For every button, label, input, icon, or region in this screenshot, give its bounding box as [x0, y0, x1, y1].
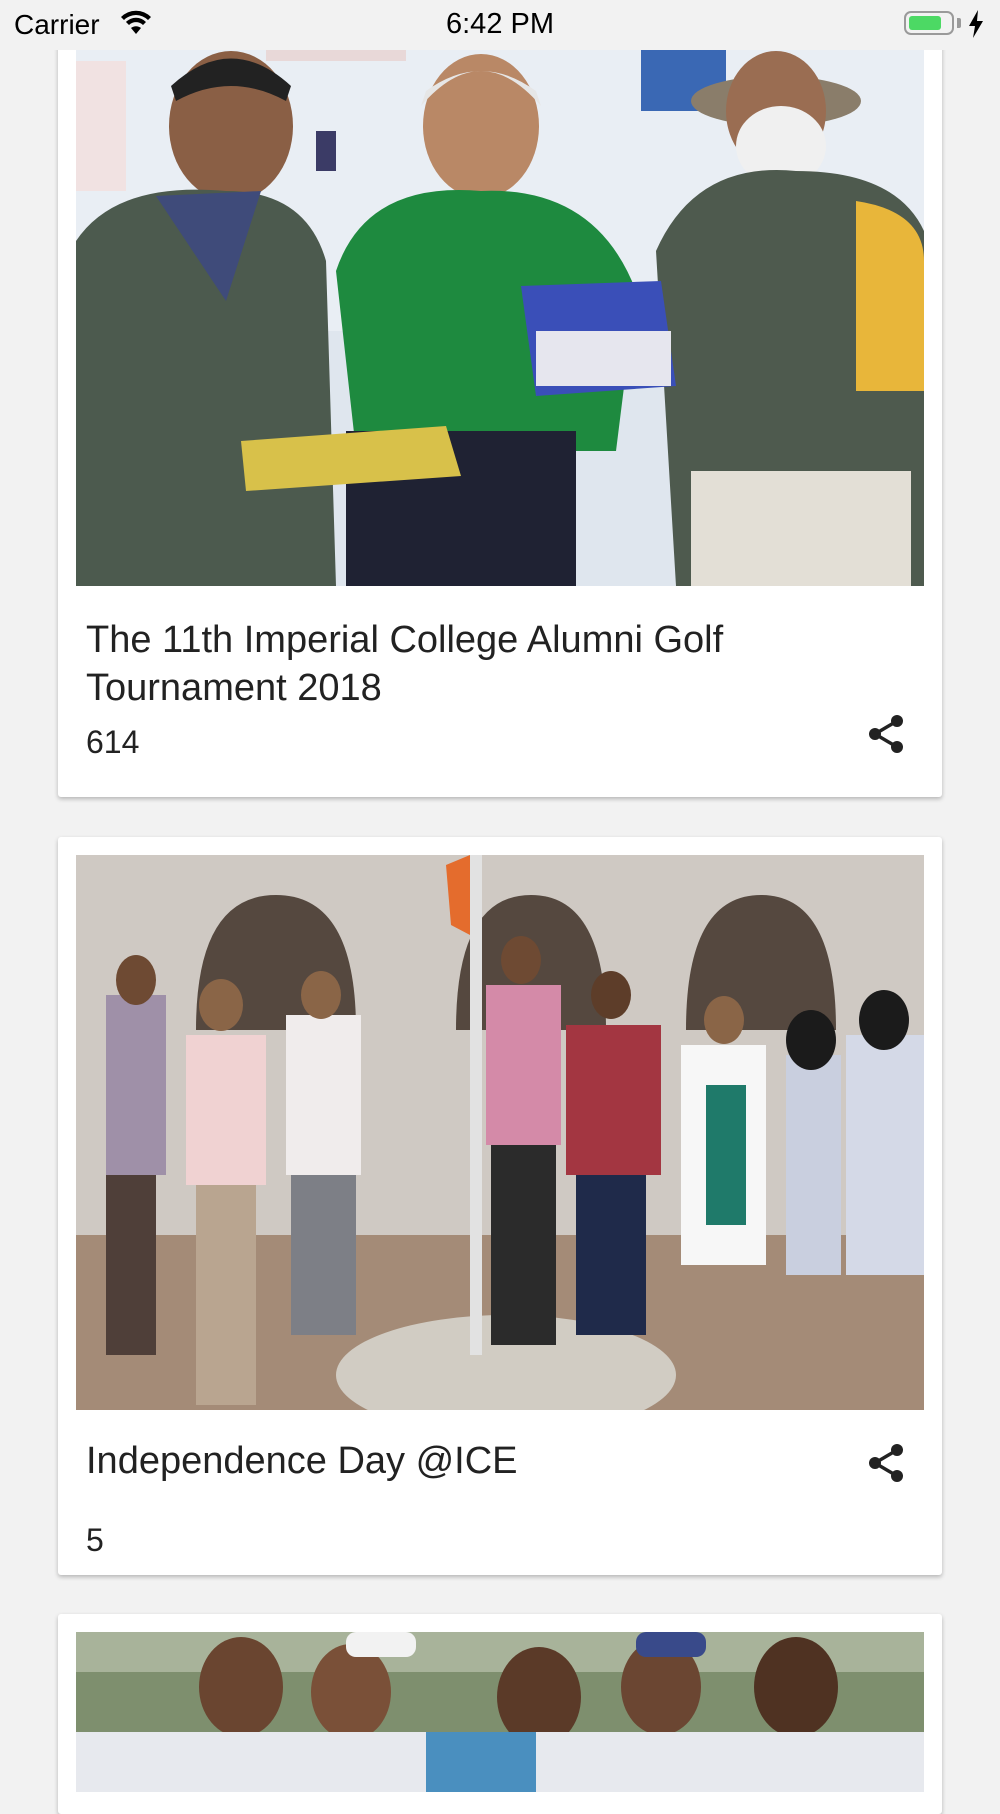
status-bar: Carrier 6:42 PM — [0, 0, 1000, 50]
post-count: 614 — [86, 724, 140, 760]
post-count: 5 — [86, 1522, 104, 1558]
flag-hoisting-photo[interactable] — [76, 855, 924, 1410]
post-title: The 11th Imperial College Alumni Golf To… — [86, 619, 724, 709]
battery-level-fill — [909, 16, 941, 30]
golf-tournament-photo[interactable] — [76, 31, 924, 586]
clock-time: 6:42 PM — [446, 8, 554, 40]
battery-cap — [957, 18, 961, 28]
post-title: Independence Day @ICE — [86, 1440, 518, 1482]
feed-card[interactable]: The 11th Imperial College Alumni Golf To… — [58, 14, 942, 797]
feed-card[interactable] — [58, 1614, 942, 1814]
share-icon[interactable] — [866, 1443, 906, 1483]
group-students-photo[interactable] — [76, 1632, 924, 1792]
charging-bolt-icon — [969, 10, 983, 38]
feed-card[interactable]: Independence Day @ICE 5 — [58, 837, 942, 1575]
share-icon[interactable] — [866, 714, 906, 754]
battery-icon — [904, 11, 954, 35]
